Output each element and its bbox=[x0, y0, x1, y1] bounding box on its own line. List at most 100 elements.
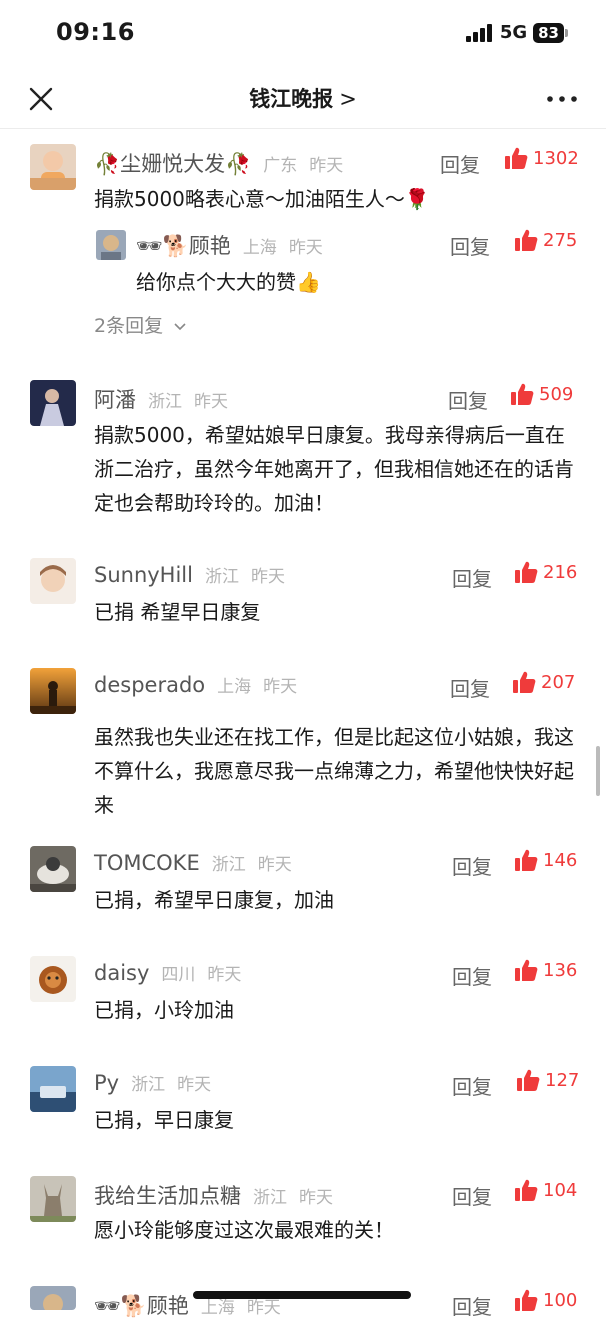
like-count: 100 bbox=[543, 1289, 578, 1311]
username[interactable]: 🥀尘姗悦大发🥀 bbox=[94, 148, 251, 178]
username[interactable]: daisy bbox=[94, 961, 149, 985]
avatar[interactable] bbox=[30, 1286, 76, 1310]
like-button[interactable]: 146 bbox=[514, 848, 577, 872]
avatar[interactable] bbox=[30, 846, 76, 892]
scrollbar[interactable] bbox=[596, 746, 600, 796]
region: 浙江 bbox=[211, 855, 246, 875]
like-count: 207 bbox=[541, 671, 576, 693]
like-button[interactable]: 275 bbox=[514, 228, 577, 252]
comment-header: 🕶🐕顾艳 上海 昨天 bbox=[136, 230, 323, 260]
avatar[interactable] bbox=[30, 144, 76, 190]
status-time: 09:16 bbox=[56, 18, 135, 46]
avatar[interactable] bbox=[30, 1176, 76, 1222]
timestamp: 昨天 bbox=[288, 238, 323, 258]
page-title[interactable]: 钱江晚报 > bbox=[0, 83, 606, 113]
like-button[interactable]: 127 bbox=[516, 1068, 579, 1092]
comment-header: desperado 上海 昨天 bbox=[94, 672, 297, 697]
reply-button[interactable]: 回复 bbox=[450, 231, 490, 260]
username[interactable]: Py bbox=[94, 1071, 119, 1095]
region: 浙江 bbox=[253, 1188, 287, 1208]
reply-button[interactable]: 回复 bbox=[450, 673, 490, 702]
username[interactable]: SunnyHill bbox=[94, 563, 193, 587]
avatar[interactable] bbox=[30, 668, 76, 714]
comment-text: 已捐 希望早日康复 bbox=[94, 600, 261, 624]
username[interactable]: 我给生活加点糖 bbox=[94, 1180, 241, 1210]
comment-header: SunnyHill 浙江 昨天 bbox=[94, 562, 285, 587]
timestamp: 昨天 bbox=[177, 1075, 212, 1095]
like-button[interactable]: 100 bbox=[514, 1288, 577, 1312]
region: 浙江 bbox=[148, 392, 182, 412]
avatar[interactable] bbox=[30, 1066, 76, 1112]
username[interactable]: TOMCOKE bbox=[94, 851, 200, 875]
thumbs-up-icon bbox=[517, 1069, 540, 1091]
thumbs-up-icon bbox=[515, 561, 538, 583]
comment-header: 我给生活加点糖 浙江 昨天 bbox=[94, 1180, 333, 1210]
comment-text: 捐款5000略表心意～加油陌生人～🌹 bbox=[94, 187, 430, 211]
like-count: 1302 bbox=[533, 147, 579, 169]
thumbs-up-icon bbox=[505, 147, 528, 169]
comment-text: 给你点个大大的赞👍 bbox=[136, 270, 321, 294]
chevron-down-icon bbox=[174, 323, 186, 331]
like-button[interactable]: 1302 bbox=[504, 146, 579, 170]
like-count: 136 bbox=[543, 959, 578, 981]
reply-button[interactable]: 回复 bbox=[452, 563, 492, 592]
thumbs-up-icon bbox=[515, 1289, 538, 1311]
avatar[interactable] bbox=[30, 558, 76, 604]
timestamp: 昨天 bbox=[309, 156, 344, 176]
username[interactable]: 阿潘 bbox=[94, 384, 136, 414]
thumbs-up-icon bbox=[515, 849, 538, 871]
reply-button[interactable]: 回复 bbox=[452, 1071, 492, 1100]
reply-button[interactable]: 回复 bbox=[440, 149, 480, 178]
like-count: 104 bbox=[543, 1179, 578, 1201]
username[interactable]: 🕶🐕顾艳 bbox=[94, 1290, 189, 1320]
like-button[interactable]: 509 bbox=[510, 382, 573, 406]
region: 浙江 bbox=[131, 1075, 166, 1095]
thumbs-up-icon bbox=[515, 229, 538, 251]
signal-icon bbox=[465, 23, 494, 42]
like-count: 216 bbox=[543, 561, 578, 583]
like-button[interactable]: 136 bbox=[514, 958, 577, 982]
reply-button[interactable]: 回复 bbox=[452, 851, 492, 880]
like-button[interactable]: 207 bbox=[512, 670, 575, 694]
reply-button[interactable]: 回复 bbox=[452, 961, 492, 990]
like-button[interactable]: 216 bbox=[514, 560, 577, 584]
like-count: 127 bbox=[545, 1069, 580, 1091]
comment-text: 已捐，小玲加油 bbox=[94, 998, 234, 1022]
avatar[interactable] bbox=[96, 230, 126, 260]
comment-text: 已捐，早日康复 bbox=[94, 1108, 234, 1132]
expand-replies[interactable]: 2条回复 bbox=[94, 311, 187, 338]
region: 广东 bbox=[263, 156, 298, 176]
comment-header: Py 浙江 昨天 bbox=[94, 1070, 211, 1095]
region: 四川 bbox=[161, 965, 196, 985]
thumbs-up-icon bbox=[511, 383, 534, 405]
comment-header: TOMCOKE 浙江 昨天 bbox=[94, 850, 292, 875]
nav-bar: 钱江晚报 > bbox=[0, 70, 606, 129]
reply-button[interactable]: 回复 bbox=[448, 385, 488, 414]
comment-header: daisy 四川 昨天 bbox=[94, 960, 241, 985]
username[interactable]: desperado bbox=[94, 673, 205, 697]
timestamp: 昨天 bbox=[207, 965, 242, 985]
comment-text: 虽然我也失业还在找工作，但是比起这位小姑娘，我这不算什么，我愿意尽我一点绵薄之力… bbox=[94, 725, 574, 817]
reply-button[interactable]: 回复 bbox=[452, 1291, 492, 1320]
more-icon[interactable] bbox=[544, 84, 580, 114]
timestamp: 昨天 bbox=[250, 567, 285, 587]
like-button[interactable]: 104 bbox=[514, 1178, 577, 1202]
comment-text: 已捐，希望早日康复，加油 bbox=[94, 888, 334, 912]
comment-header: 🥀尘姗悦大发🥀 广东 昨天 bbox=[94, 148, 343, 178]
timestamp: 昨天 bbox=[263, 677, 298, 697]
reply-button[interactable]: 回复 bbox=[452, 1181, 492, 1210]
comment-text: 捐款5000，希望姑娘早日康复。我母亲得病后一直在浙二治疗，虽然今年她离开了，但… bbox=[94, 423, 574, 515]
status-indicators: 5G 83 bbox=[465, 22, 568, 43]
timestamp: 昨天 bbox=[194, 392, 228, 412]
page-title-text: 钱江晚报 bbox=[249, 87, 334, 111]
username[interactable]: 🕶🐕顾艳 bbox=[136, 230, 231, 260]
expand-replies-label: 2条回复 bbox=[94, 315, 164, 337]
avatar[interactable] bbox=[30, 956, 76, 1002]
home-indicator[interactable] bbox=[193, 1291, 411, 1299]
comment-text: 愿小玲能够度过这次最艰难的关！ bbox=[94, 1218, 394, 1242]
region: 上海 bbox=[242, 238, 277, 258]
avatar[interactable] bbox=[30, 380, 76, 426]
thumbs-up-icon bbox=[513, 671, 536, 693]
region: 上海 bbox=[217, 677, 252, 697]
like-count: 509 bbox=[539, 383, 574, 405]
